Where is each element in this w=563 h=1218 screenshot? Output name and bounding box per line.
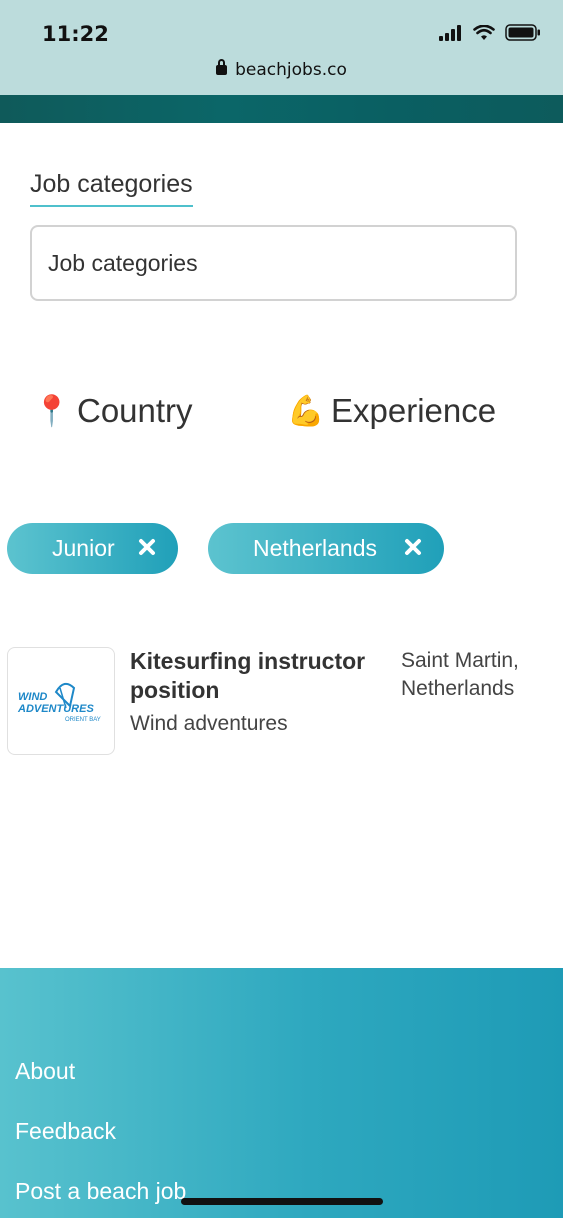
logo-text-wind: WIND [18,691,47,703]
status-time: 11:22 [42,22,109,46]
hero-image-strip [0,95,563,123]
battery-icon [505,24,540,41]
filter-chip-label: Netherlands [253,535,378,561]
company-logo[interactable]: WIND ADVENTURES ORIENT BAY [7,647,115,755]
close-icon[interactable] [138,538,156,556]
job-title[interactable]: Kitesurfing instructor position [130,647,385,705]
close-icon[interactable] [404,538,422,556]
logo-text-adventures: ADVENTURES [17,703,94,715]
flexed-biceps-icon: 💪 [287,394,325,428]
signal-icon [439,24,461,41]
status-bar: 11:22 beachjobs.co [0,0,563,95]
experience-filter-button[interactable]: 💪 Experience [287,392,496,430]
logo-text-orient-bay: ORIENT BAY [65,717,101,723]
lock-icon [216,59,228,75]
pin-icon: 📍 [33,394,71,428]
country-filter-label: Country [77,392,193,429]
filter-chip-junior[interactable]: Junior [7,523,178,574]
footer: About Feedback Post a beach job [0,968,563,1218]
wind-adventures-logo: WIND ADVENTURES ORIENT BAY [17,682,101,723]
country-filter-button[interactable]: 📍 Country [33,392,193,430]
filter-chip-netherlands[interactable]: Netherlands [208,523,444,574]
job-location: Saint Martin, Netherlands [401,649,519,700]
filter-chip-label: Junior [52,535,115,561]
job-categories-input[interactable] [30,225,517,301]
job-company: Wind adventures [130,712,288,735]
footer-link-post-job[interactable]: Post a beach job [15,1178,186,1205]
wifi-icon [473,24,495,40]
url-text: beachjobs.co [235,60,347,80]
job-categories-label: Job categories [30,170,193,207]
home-indicator[interactable] [181,1198,383,1205]
status-icons [439,24,541,41]
experience-filter-label: Experience [331,392,497,429]
address-bar[interactable]: beachjobs.co [0,59,563,80]
footer-link-about[interactable]: About [15,1058,75,1085]
footer-link-feedback[interactable]: Feedback [15,1118,116,1145]
